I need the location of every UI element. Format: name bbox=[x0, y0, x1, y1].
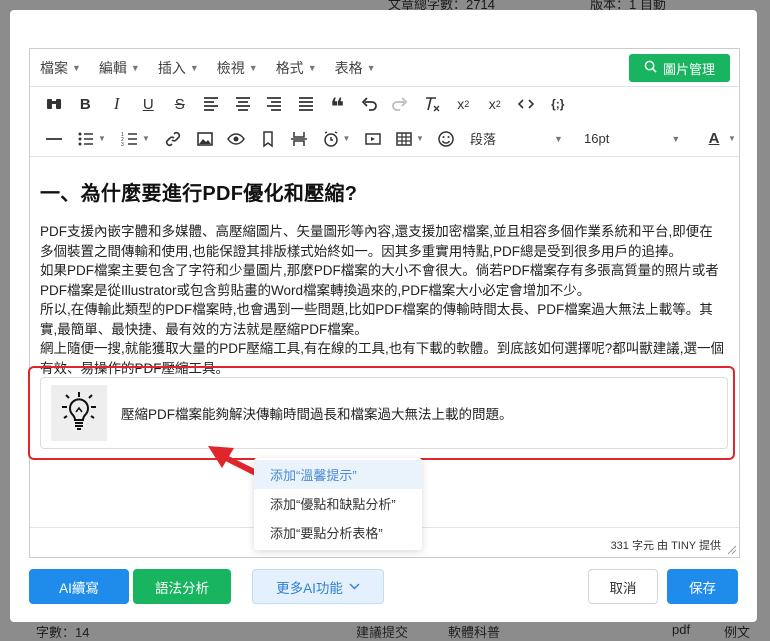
chevron-down-icon: ▼ bbox=[554, 133, 563, 144]
search-icon bbox=[644, 60, 657, 76]
resize-handle-icon[interactable] bbox=[727, 545, 737, 555]
italic-icon[interactable]: I bbox=[101, 89, 133, 119]
text-color-icon[interactable]: A bbox=[700, 124, 728, 154]
chevron-down-icon: ▼ bbox=[189, 62, 199, 73]
menu-view-label: 檢視 bbox=[216, 59, 245, 76]
content-heading: 一、為什麼要進行PDF優化和壓縮? bbox=[40, 183, 358, 205]
editor-toolbar-row2: ▼ 1 2 3 ▼ ▼ ▼ 段落 ▼ 16pt ▼ A ▼ bbox=[30, 121, 739, 157]
ai-continue-button[interactable]: AI續寫 bbox=[29, 569, 129, 604]
image-icon[interactable] bbox=[189, 124, 221, 154]
bookmark-icon[interactable] bbox=[252, 124, 284, 154]
menu-view[interactable]: 檢視 ▼ bbox=[217, 58, 258, 78]
menu-format-label: 格式 bbox=[275, 59, 304, 76]
alarm-clock-icon[interactable]: ▼ bbox=[315, 124, 357, 154]
svg-text:3: 3 bbox=[121, 142, 124, 148]
numbered-list-icon[interactable]: 1 2 3 ▼ bbox=[114, 124, 158, 154]
menu-insert-label: 插入 bbox=[157, 59, 186, 76]
image-manager-label: 圖片管理 bbox=[662, 61, 715, 77]
editor-toolbar-row1: B I U S ❝ x2 x2 {;} bbox=[30, 87, 739, 121]
link-icon[interactable] bbox=[158, 124, 190, 154]
emoji-icon[interactable] bbox=[431, 124, 463, 154]
page-break-icon[interactable] bbox=[284, 124, 316, 154]
find-replace-icon[interactable] bbox=[38, 89, 70, 119]
horizontal-rule-icon[interactable] bbox=[38, 124, 70, 154]
dropdown-item-add-tip[interactable]: 添加“溫馨提示” bbox=[254, 460, 422, 489]
clear-format-icon[interactable] bbox=[416, 89, 448, 119]
menu-table-label: 表格 bbox=[334, 59, 363, 76]
paragraph-1: PDF支援內嵌字體和多媒體、高壓縮圖片、矢量圖形等內容,還支援加密檔案,並且相容… bbox=[40, 224, 713, 259]
menu-insert[interactable]: 插入 ▼ bbox=[158, 58, 199, 78]
preview-eye-icon[interactable] bbox=[221, 124, 253, 154]
blockquote-icon[interactable]: ❝ bbox=[322, 89, 354, 120]
redo-icon[interactable] bbox=[385, 89, 417, 119]
menu-file-label: 檔案 bbox=[40, 59, 68, 76]
align-justify-icon[interactable] bbox=[290, 89, 322, 119]
align-right-icon[interactable] bbox=[259, 89, 291, 119]
chevron-down-icon: ▼ bbox=[671, 133, 681, 144]
chevron-down-icon: ▼ bbox=[72, 62, 81, 73]
superscript-icon[interactable]: x2 bbox=[479, 89, 511, 119]
menu-format[interactable]: 格式 ▼ bbox=[276, 58, 317, 78]
chevron-down-icon: ▼ bbox=[248, 62, 258, 73]
dropdown-item-add-key-table[interactable]: 添加“要點分析表格” bbox=[254, 518, 422, 547]
word-count: 331 字元 由 TINY 提供 bbox=[610, 540, 721, 552]
undo-icon[interactable] bbox=[353, 89, 385, 119]
more-ai-dropdown: 添加“溫馨提示” 添加“優點和缺點分析” 添加“要點分析表格” bbox=[254, 458, 422, 550]
image-manager-button[interactable]: 圖片管理 bbox=[629, 54, 730, 82]
font-size-label: 16pt bbox=[584, 131, 610, 146]
paragraph-2: 如果PDF檔案主要包含了字符和少量圖片,那麼PDF檔案的大小不會很大。倘若PDF… bbox=[40, 263, 719, 298]
content-body: PDF支援內嵌字體和多媒體、高壓縮圖片、矢量圖形等內容,還支援加密檔案,並且相容… bbox=[40, 222, 725, 378]
paragraph-format-select[interactable]: 段落 ▼ bbox=[462, 124, 582, 154]
editor-menubar: 檔案 ▼ 編輯 ▼ 插入 ▼ 檢視 ▼ 格式 ▼ 表格 ▼ 圖片管理 bbox=[30, 49, 739, 87]
cancel-button[interactable]: 取消 bbox=[588, 569, 658, 604]
media-icon[interactable] bbox=[357, 124, 389, 154]
more-ai-label: 更多AI功能 bbox=[276, 580, 343, 596]
chevron-down-icon: ▼ bbox=[307, 62, 317, 73]
align-center-icon[interactable] bbox=[227, 89, 259, 119]
dropdown-item-add-pros-cons[interactable]: 添加“優點和缺點分析” bbox=[254, 489, 422, 518]
font-size-select[interactable]: 16pt ▼ bbox=[582, 124, 700, 154]
chevron-down-icon: ▼ bbox=[130, 62, 140, 73]
code-block-icon[interactable]: {;} bbox=[542, 89, 574, 119]
menu-table[interactable]: 表格 ▼ bbox=[335, 58, 376, 78]
code-icon[interactable] bbox=[511, 89, 543, 119]
strikethrough-icon[interactable]: S bbox=[164, 89, 196, 119]
highlight-box bbox=[28, 366, 735, 460]
underline-icon[interactable]: U bbox=[133, 89, 165, 119]
chevron-down-icon[interactable]: ▼ bbox=[728, 134, 736, 143]
menu-file[interactable]: 檔案 ▼ bbox=[40, 58, 81, 78]
table-icon[interactable]: ▼ bbox=[389, 124, 431, 154]
bold-icon[interactable]: B bbox=[70, 89, 102, 119]
menu-edit[interactable]: 編輯 ▼ bbox=[99, 58, 140, 78]
subscript-icon[interactable]: x2 bbox=[448, 89, 480, 119]
more-ai-button[interactable]: 更多AI功能 bbox=[252, 569, 384, 604]
save-button[interactable]: 保存 bbox=[667, 569, 738, 604]
bullet-list-icon[interactable]: ▼ bbox=[70, 124, 114, 154]
paragraph-format-label: 段落 bbox=[470, 132, 497, 147]
paragraph-3: 所以,在傳輸此類型的PDF檔案時,也會遇到一些問題,比如PDF檔案的傳輸時間太長… bbox=[40, 302, 713, 337]
menu-edit-label: 編輯 bbox=[98, 59, 127, 76]
grammar-analysis-button[interactable]: 語法分析 bbox=[133, 569, 231, 604]
align-left-icon[interactable] bbox=[196, 89, 228, 119]
chevron-down-icon bbox=[349, 583, 360, 590]
chevron-down-icon: ▼ bbox=[366, 62, 376, 73]
